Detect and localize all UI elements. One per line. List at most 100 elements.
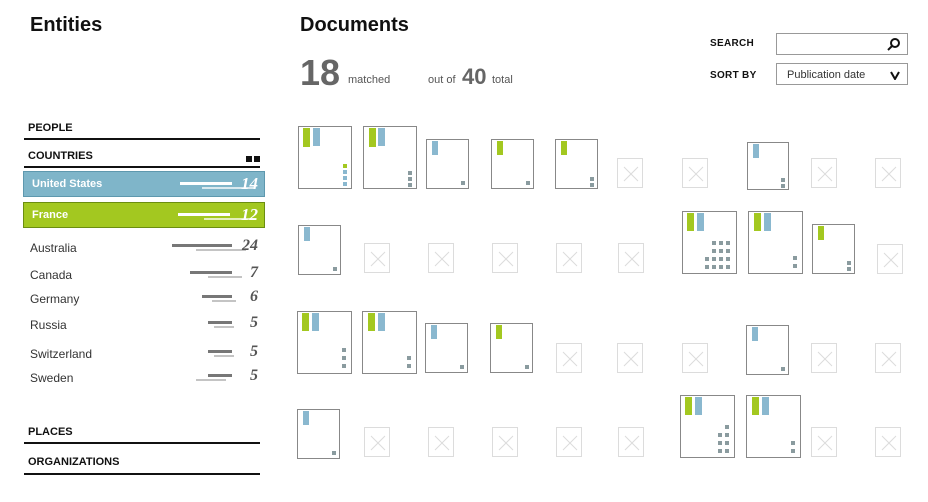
- matched-count: 18: [300, 52, 341, 93]
- divider: [24, 166, 260, 168]
- search-label: SEARCH: [710, 38, 755, 49]
- grid-toggle-icon[interactable]: [244, 153, 260, 165]
- document-thumbnail[interactable]: [746, 325, 789, 375]
- empty-document-placeholder: [618, 243, 644, 273]
- empty-document-placeholder: [617, 343, 643, 373]
- count-bar-secondary: [208, 276, 242, 278]
- country-count: 7: [250, 264, 258, 281]
- country-name: Sweden: [30, 371, 74, 385]
- country-name: Canada: [30, 268, 73, 282]
- section-people[interactable]: PEOPLE: [24, 122, 260, 134]
- count-bar: [208, 374, 232, 377]
- empty-document-placeholder: [875, 343, 901, 373]
- count-bar: [178, 213, 230, 216]
- empty-document-placeholder: [811, 343, 837, 373]
- empty-document-placeholder: [875, 427, 901, 457]
- document-thumbnail[interactable]: [425, 323, 468, 373]
- count-bar: [172, 244, 232, 247]
- country-name: France: [32, 209, 69, 221]
- total-count: 40: [462, 64, 487, 89]
- search-input[interactable]: [776, 33, 908, 55]
- divider: [24, 473, 260, 475]
- country-count: 24: [242, 237, 258, 254]
- empty-document-placeholder: [428, 427, 454, 457]
- selected-country-united-states[interactable]: United States 14: [23, 171, 265, 197]
- country-name: Switzerland: [30, 347, 93, 361]
- country-row-germany[interactable]: Germany 6: [24, 288, 260, 308]
- country-name: Russia: [30, 318, 67, 332]
- empty-document-placeholder: [364, 243, 390, 273]
- empty-document-placeholder: [811, 158, 837, 188]
- divider: [24, 138, 260, 140]
- document-thumbnail[interactable]: [746, 395, 801, 458]
- country-row-russia[interactable]: Russia 5: [24, 314, 260, 334]
- count-bar: [180, 182, 232, 185]
- document-thumbnail[interactable]: [297, 311, 352, 374]
- document-thumbnail[interactable]: [298, 225, 341, 275]
- country-count: 5: [250, 343, 258, 360]
- count-bar-secondary: [214, 355, 234, 357]
- empty-document-placeholder: [617, 158, 643, 188]
- country-row-australia[interactable]: Australia 24: [24, 237, 260, 257]
- country-count: 5: [250, 367, 258, 384]
- empty-document-placeholder: [682, 343, 708, 373]
- count-bar: [190, 271, 232, 274]
- empty-document-placeholder: [811, 427, 837, 457]
- country-count: 12: [241, 205, 258, 224]
- empty-document-placeholder: [556, 343, 582, 373]
- count-bar-secondary: [196, 379, 226, 381]
- country-count: 14: [241, 174, 258, 193]
- document-thumbnail[interactable]: [298, 126, 352, 189]
- empty-document-placeholder: [875, 158, 901, 188]
- sort-label: SORT BY: [710, 70, 757, 81]
- country-row-sweden[interactable]: Sweden 5: [24, 367, 260, 387]
- country-name: Germany: [30, 292, 80, 306]
- empty-document-placeholder: [556, 427, 582, 457]
- total-label: total: [492, 74, 513, 86]
- country-row-canada[interactable]: Canada 7: [24, 264, 260, 284]
- count-bar: [202, 295, 232, 298]
- out-of-label: out of: [428, 74, 456, 86]
- empty-document-placeholder: [492, 427, 518, 457]
- document-thumbnail[interactable]: [555, 139, 598, 189]
- empty-document-placeholder: [618, 427, 644, 457]
- country-count: 6: [250, 288, 258, 305]
- country-name: Australia: [30, 241, 77, 255]
- sort-select[interactable]: Publication date: [776, 63, 908, 85]
- document-thumbnail[interactable]: [812, 224, 855, 274]
- empty-document-placeholder: [428, 243, 454, 273]
- section-places[interactable]: PLACES: [24, 426, 260, 438]
- divider: [24, 442, 260, 444]
- document-thumbnail[interactable]: [363, 126, 417, 189]
- document-thumbnail[interactable]: [362, 311, 417, 374]
- count-bar: [208, 321, 232, 324]
- count-bar-secondary: [196, 249, 246, 251]
- empty-document-placeholder: [682, 158, 708, 188]
- documents-title: Documents: [300, 14, 409, 36]
- empty-document-placeholder: [877, 244, 903, 274]
- section-countries[interactable]: COUNTRIES: [24, 150, 260, 162]
- country-name: United States: [32, 178, 103, 190]
- section-organizations[interactable]: ORGANIZATIONS: [24, 456, 260, 468]
- chevron-down-icon: [890, 71, 900, 80]
- document-thumbnail[interactable]: [748, 211, 803, 274]
- sort-value: Publication date: [787, 69, 866, 81]
- country-count: 5: [250, 314, 258, 331]
- document-thumbnail[interactable]: [491, 139, 534, 189]
- entities-title: Entities: [30, 14, 103, 36]
- empty-document-placeholder: [364, 427, 390, 457]
- selected-country-france[interactable]: France 12: [23, 202, 265, 228]
- empty-document-placeholder: [556, 243, 582, 273]
- empty-document-placeholder: [492, 243, 518, 273]
- document-thumbnail[interactable]: [490, 323, 533, 373]
- country-row-switzerland[interactable]: Switzerland 5: [24, 343, 260, 363]
- document-thumbnail[interactable]: [747, 142, 789, 190]
- document-thumbnail[interactable]: [297, 409, 340, 459]
- document-thumbnail[interactable]: [426, 139, 469, 189]
- count-bar: [208, 350, 232, 353]
- matched-label: matched: [348, 74, 391, 86]
- document-thumbnail[interactable]: [680, 395, 735, 458]
- document-thumbnail[interactable]: [682, 211, 737, 274]
- count-bar-secondary: [212, 300, 236, 302]
- search-icon[interactable]: [887, 37, 901, 51]
